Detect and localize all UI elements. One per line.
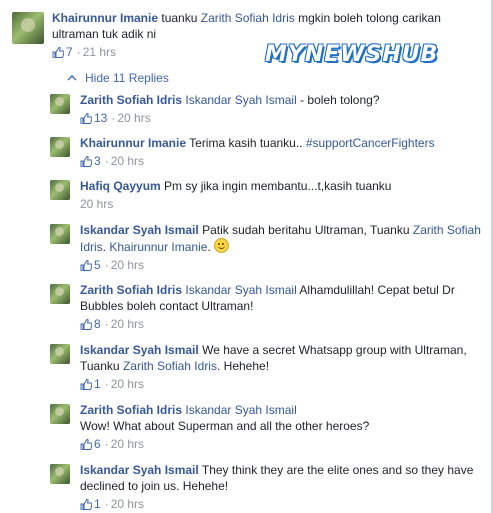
comments-panel: Khairunnur Imanie tuanku Zarith Sofiah I… xyxy=(0,0,493,513)
like-count[interactable]: 3 xyxy=(94,154,101,168)
like-button[interactable] xyxy=(80,260,92,272)
reply-meta: 13 · 20 hrs xyxy=(80,110,483,126)
timestamp[interactable]: 20 hrs xyxy=(111,317,144,331)
reply-author[interactable]: Zarith Sofiah Idris xyxy=(80,93,182,107)
thumbs-up-icon xyxy=(52,47,64,59)
like-button[interactable] xyxy=(80,379,92,391)
avatar[interactable] xyxy=(50,284,70,304)
hide-replies-label[interactable]: Hide 11 Replies xyxy=(85,71,169,85)
reply-author[interactable]: Zarith Sofiah Idris xyxy=(80,283,182,297)
reply-text: Iskandar Syah Ismail Patik sudah beritah… xyxy=(80,223,481,254)
reply-message: Terima kasih tuanku.. xyxy=(189,136,303,150)
reply-text: Zarith Sofiah Idris Iskandar Syah Ismail… xyxy=(80,92,483,108)
timestamp[interactable]: 21 hrs xyxy=(83,45,116,59)
mention-link[interactable]: Iskandar Syah Ismail xyxy=(185,283,296,297)
like-count[interactable]: 13 xyxy=(94,111,107,125)
reply-meta: 8 · 20 hrs xyxy=(80,316,483,332)
comment-author[interactable]: Khairunnur Imanie xyxy=(52,11,158,25)
mention-link[interactable]: Zarith Sofiah Idris xyxy=(201,11,295,25)
reply-text: Zarith Sofiah Idris Iskandar Syah Ismail… xyxy=(80,282,483,314)
like-button[interactable] xyxy=(80,319,92,331)
reply-text: Hafiq Qayyum Pm sy jika ingin membantu..… xyxy=(80,178,483,194)
reply-author[interactable]: Iskandar Syah Ismail xyxy=(80,343,199,357)
like-count[interactable]: 7 xyxy=(66,45,73,59)
like-button[interactable] xyxy=(80,439,92,451)
like-count[interactable]: 1 xyxy=(94,497,101,511)
reply-author[interactable]: Zarith Sofiah Idris xyxy=(80,403,182,417)
smiley-icon xyxy=(214,238,230,253)
comment-message: tuanku xyxy=(161,11,198,25)
avatar[interactable] xyxy=(50,464,70,484)
mention-link[interactable]: Iskandar Syah Ismail xyxy=(185,403,296,417)
avatar[interactable] xyxy=(50,94,70,114)
reply-meta: 3 · 20 hrs xyxy=(80,153,483,169)
comment-text: Khairunnur Imanie tuanku Zarith Sofiah I… xyxy=(52,10,483,42)
avatar[interactable] xyxy=(50,344,70,364)
thumbs-up-icon xyxy=(80,499,92,511)
reply-author[interactable]: Iskandar Syah Ismail xyxy=(80,463,199,477)
avatar[interactable] xyxy=(50,224,70,244)
avatar[interactable] xyxy=(50,180,70,200)
timestamp[interactable]: 20 hrs xyxy=(117,111,150,125)
reply-text: Khairunnur Imanie Terima kasih tuanku.. … xyxy=(80,135,483,151)
reply-message-cont: Hehehe! xyxy=(223,359,270,373)
reply-message: Pm sy jika ingin membantu...t,kasih tuan… xyxy=(164,179,392,193)
reply-meta: 20 hrs xyxy=(80,196,483,212)
thumbs-up-icon xyxy=(80,379,92,391)
thumbs-up-icon xyxy=(80,319,92,331)
reply-message: Wow! What about Superman and all the oth… xyxy=(80,419,370,433)
thumbs-up-icon xyxy=(80,113,92,125)
reply-author[interactable]: Khairunnur Imanie xyxy=(80,136,186,150)
avatar[interactable] xyxy=(50,137,70,157)
timestamp[interactable]: 20 hrs xyxy=(111,154,144,168)
timestamp[interactable]: 20 hrs xyxy=(111,497,144,511)
avatar[interactable] xyxy=(50,404,70,424)
reply-meta: 5 · 20 hrs xyxy=(80,257,483,273)
like-button[interactable] xyxy=(52,47,64,59)
like-count[interactable]: 1 xyxy=(94,377,101,391)
reply-author[interactable]: Hafiq Qayyum xyxy=(80,179,161,193)
mention-link[interactable]: Zarith Sofiah Idris xyxy=(123,359,217,373)
hashtag-link[interactable]: #supportCancerFighters xyxy=(306,136,435,150)
thumbs-up-icon xyxy=(80,260,92,272)
watermark-logo: MYNEWSHUB xyxy=(265,42,439,67)
timestamp[interactable]: 20 hrs xyxy=(111,377,144,391)
reply-author[interactable]: Iskandar Syah Ismail xyxy=(80,223,199,237)
mention-link[interactable]: Iskandar Syah Ismail xyxy=(185,93,296,107)
avatar[interactable] xyxy=(12,12,44,44)
reply-meta: 1 · 20 hrs xyxy=(80,376,483,392)
chevron-up-icon xyxy=(67,70,77,86)
like-count[interactable]: 6 xyxy=(94,437,101,451)
like-button[interactable] xyxy=(80,499,92,511)
timestamp[interactable]: 20 hrs xyxy=(80,197,113,211)
thumbs-up-icon xyxy=(80,439,92,451)
reply-message: Patik sudah beritahu Ultraman, Tuanku xyxy=(202,223,410,237)
like-button[interactable] xyxy=(80,156,92,168)
mention-link[interactable]: Khairunnur Imanie xyxy=(109,240,207,254)
like-count[interactable]: 8 xyxy=(94,317,101,331)
reply-meta: 6 · 20 hrs xyxy=(80,436,483,452)
reply-text: Iskandar Syah Ismail They think they are… xyxy=(80,462,483,494)
timestamp[interactable]: 20 hrs xyxy=(111,437,144,451)
reply-text: Iskandar Syah Ismail We have a secret Wh… xyxy=(80,343,467,373)
reply-message: - boleh tolong? xyxy=(300,93,380,107)
thumbs-up-icon xyxy=(80,156,92,168)
hide-replies-button[interactable]: Hide 11 Replies xyxy=(67,70,169,86)
timestamp[interactable]: 20 hrs xyxy=(111,258,144,272)
like-button[interactable] xyxy=(80,113,92,125)
reply-meta: 1 · 20 hrs xyxy=(80,496,483,512)
reply-text: Zarith Sofiah Idris Iskandar Syah Ismail… xyxy=(80,402,483,434)
like-count[interactable]: 5 xyxy=(94,258,101,272)
